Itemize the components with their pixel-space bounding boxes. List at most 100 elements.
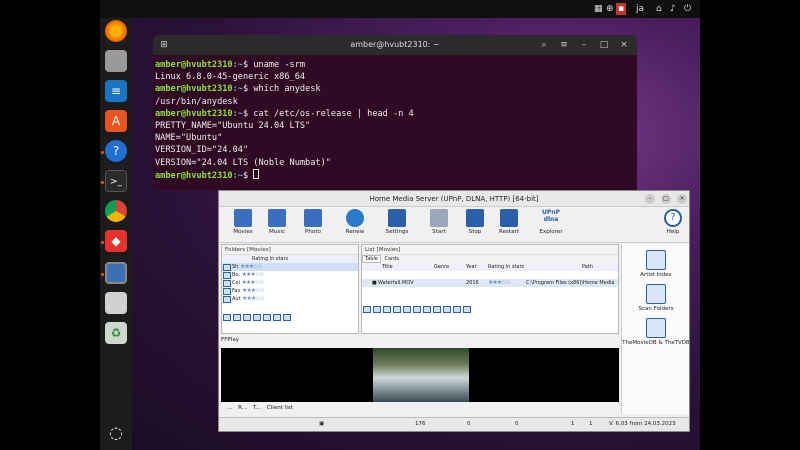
rating-stars[interactable]: ★★★☆☆ — [242, 287, 265, 294]
export-icon[interactable] — [453, 306, 461, 313]
folder-icon[interactable] — [273, 314, 281, 321]
list-header-row: Title Genre Year Rating in stars Path — [362, 263, 618, 271]
rating-stars[interactable]: ★★★☆☆ — [242, 295, 265, 302]
running-indicator — [101, 273, 104, 276]
rating-stars[interactable]: ★★★☆☆ — [240, 263, 263, 270]
add-folder-icon[interactable] — [223, 314, 231, 321]
movies-button[interactable]: Movies — [225, 209, 261, 235]
start-button[interactable]: Start — [421, 209, 457, 235]
column-genre[interactable]: Genre — [434, 263, 449, 271]
apps-grid-icon[interactable]: ◌ — [105, 422, 127, 444]
disk-icon[interactable] — [105, 292, 127, 314]
restart-icon — [500, 209, 518, 227]
remove-folder-icon[interactable] — [233, 314, 241, 321]
explorer-button[interactable]: UPnP dlna Explorer — [533, 209, 569, 235]
folder-row[interactable]: Sh ★★★☆☆ — [222, 263, 358, 271]
tab-r[interactable]: R... — [238, 405, 247, 411]
rating-stars[interactable]: ★★★☆☆ — [242, 271, 265, 278]
close-icon[interactable]: × — [677, 194, 687, 204]
hms-icon[interactable] — [105, 262, 127, 284]
new-tab-icon[interactable]: ⊞ — [157, 38, 171, 52]
close-icon[interactable]: × — [617, 38, 631, 52]
folder-row[interactable]: Col ★★★☆☆ — [222, 279, 358, 287]
folder-icon[interactable] — [433, 306, 441, 313]
volume-icon[interactable]: ♪ — [670, 3, 676, 15]
folder-icon — [223, 264, 231, 271]
link-icon[interactable] — [443, 306, 451, 313]
restart-button[interactable]: Restart — [491, 209, 527, 235]
power-icon[interactable]: ⏻ — [684, 3, 691, 15]
settings-button[interactable]: Settings — [379, 209, 415, 235]
renew-button[interactable]: Renew — [337, 209, 373, 235]
tab-client-list[interactable]: Client list — [267, 405, 293, 411]
anydesk-icon[interactable]: ◆ — [105, 230, 127, 252]
column-rating[interactable]: Rating in stars — [488, 263, 524, 271]
firefox-icon[interactable] — [105, 20, 127, 42]
themoviedb-button[interactable]: TheMovieDB & TheTVDB — [622, 318, 689, 346]
database-icon — [646, 318, 666, 338]
tab-t[interactable]: T... — [253, 405, 261, 411]
help-button[interactable]: ? Help — [655, 209, 689, 235]
tab-more[interactable]: ... — [227, 405, 232, 411]
rating-stars[interactable]: ★★★☆☆ — [488, 279, 511, 287]
folder-icon[interactable] — [263, 314, 271, 321]
refresh-icon[interactable] — [253, 314, 261, 321]
upnp-dlna-icon: UPnP dlna — [542, 209, 560, 223]
column-title[interactable]: Title — [382, 263, 393, 271]
minimize-icon[interactable]: – — [577, 38, 591, 52]
appcenter-icon[interactable]: A — [105, 110, 127, 132]
tab-cards[interactable]: Cards — [383, 256, 401, 262]
film-icon — [234, 209, 252, 227]
writer-icon[interactable]: ≡ — [105, 80, 127, 102]
status-count-2: 0 — [467, 421, 471, 427]
status-count-3: 0 — [515, 421, 519, 427]
terminal-icon[interactable]: >_ — [105, 170, 127, 192]
add-icon[interactable] — [363, 306, 371, 313]
terminal-output[interactable]: amber@hvubt2310:~$ uname -srm Linux 6.8.… — [153, 55, 637, 185]
artist-index-button[interactable]: Artist Index — [622, 250, 689, 278]
scan-folders-button[interactable]: Scan Folders — [622, 284, 689, 312]
trash-icon[interactable]: ♻ — [105, 322, 127, 344]
column-year[interactable]: Year — [466, 263, 477, 271]
folders-panel: Folders [Movies] Rating in stars Sh ★★★☆… — [221, 244, 359, 334]
rating-column-header[interactable]: Rating in stars — [252, 256, 288, 262]
play-icon[interactable] — [283, 314, 291, 321]
maximize-icon[interactable]: □ — [597, 38, 611, 52]
delete-icon[interactable] — [383, 306, 391, 313]
print-icon[interactable] — [463, 306, 471, 313]
files-icon[interactable] — [105, 50, 127, 72]
folder-row[interactable]: Fav ★★★☆☆ — [222, 287, 358, 295]
music-button[interactable]: Music — [259, 209, 295, 235]
minimize-icon[interactable]: – — [645, 194, 655, 204]
play-icon[interactable] — [413, 306, 421, 313]
video-player[interactable] — [221, 348, 619, 402]
rating-stars[interactable]: ★★★☆☆ — [242, 279, 265, 286]
network-icon[interactable]: ⌂ — [656, 3, 662, 15]
text-cursor — [253, 168, 260, 179]
stop-icon — [466, 209, 484, 227]
film-icon: ■ — [372, 280, 377, 286]
chrome-icon[interactable] — [105, 200, 127, 222]
input-method-label[interactable]: ja — [636, 3, 644, 15]
status-count-4: 1 — [571, 421, 575, 427]
search-icon[interactable]: ⌕ — [537, 38, 551, 52]
column-path[interactable]: Path — [582, 263, 593, 271]
running-indicator — [101, 241, 104, 244]
settings-icon[interactable] — [423, 306, 431, 313]
table-row[interactable]: ■ Waterfall.MOV 2016 ★★★☆☆ C:\Program Fi… — [362, 279, 618, 287]
help-icon[interactable]: ? — [105, 140, 127, 162]
menu-icon[interactable]: ≡ — [557, 38, 571, 52]
edit-icon[interactable] — [373, 306, 381, 313]
record-icon[interactable]: ▪ — [616, 3, 626, 15]
tab-table[interactable]: Table — [362, 255, 381, 263]
edit-icon[interactable] — [243, 314, 251, 321]
refresh-icon[interactable] — [393, 306, 401, 313]
indicator-icon[interactable]: ⊕ — [606, 3, 614, 15]
stop-button[interactable]: Stop — [457, 209, 493, 235]
maximize-icon[interactable]: □ — [661, 194, 671, 204]
indicator-icon[interactable]: ▦ — [594, 3, 603, 15]
search-icon[interactable] — [403, 306, 411, 313]
folder-row[interactable]: Bo. ★★★☆☆ — [222, 271, 358, 279]
photo-button[interactable]: Photo — [295, 209, 331, 235]
folder-row[interactable]: Aut ★★★☆☆ — [222, 295, 358, 303]
